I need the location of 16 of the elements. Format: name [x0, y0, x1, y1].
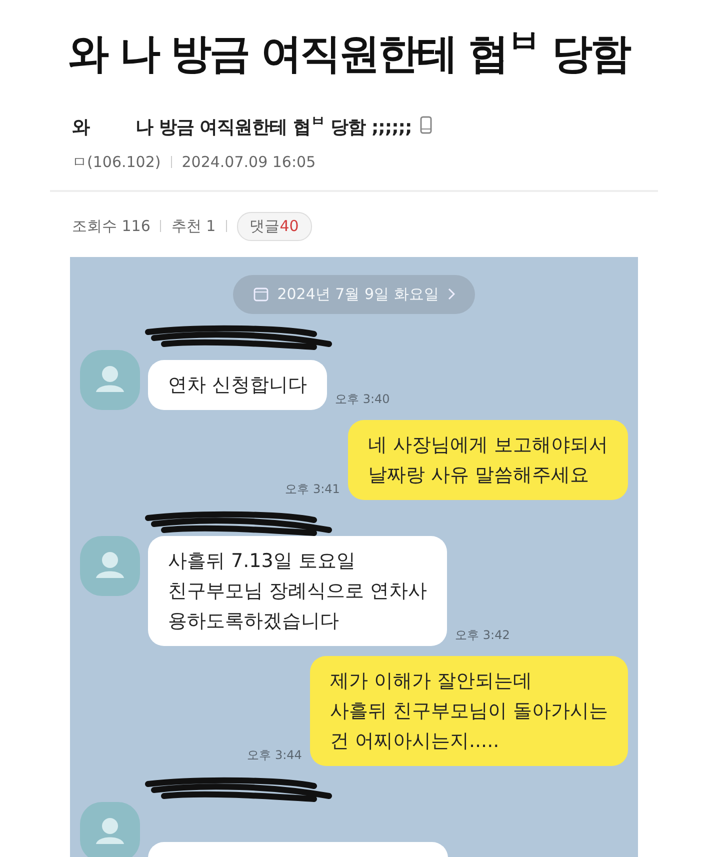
message-time: 오후 3:41: [285, 480, 340, 498]
comment-button[interactable]: 댓글40: [236, 212, 312, 241]
headline: 와 나 방금 여직원한테 협$^{ㅂ}$ 당함: [68, 21, 631, 80]
message-time: 오후 3:44: [247, 746, 302, 764]
message-bubble: 사흘뒤 7.13일 토요일 친구부모님 장례식으로 연차사 용하도록하겠습니다: [148, 536, 448, 646]
message-time: 오후 3:40: [335, 390, 390, 408]
message-bubble: 연차 신청합니다: [148, 360, 328, 410]
post-title: 와 나 방금 여직원한테 협$^{ㅂ}$ 당함 ;;;;;;: [72, 112, 412, 139]
message-bubble: 제가 이해가 잘안되는데 사흘뒤 친구부모님이 돌아가시는 건 어찌아시는지.....: [310, 656, 628, 766]
post-date: 2024.07.09 16:05: [182, 153, 316, 172]
author: ㅁ(106.102): [72, 152, 161, 172]
recommend-count: 추천 1: [171, 216, 216, 236]
view-count: 조회수 116: [72, 216, 150, 236]
message-time: 오후 3:42: [455, 626, 510, 644]
date-divider: 2024년 7월 9일 화요일: [233, 274, 475, 314]
message-bubble: 네 사장님에게 보고해야되서 날짜랑 사유 말씀해주세요: [348, 420, 628, 500]
